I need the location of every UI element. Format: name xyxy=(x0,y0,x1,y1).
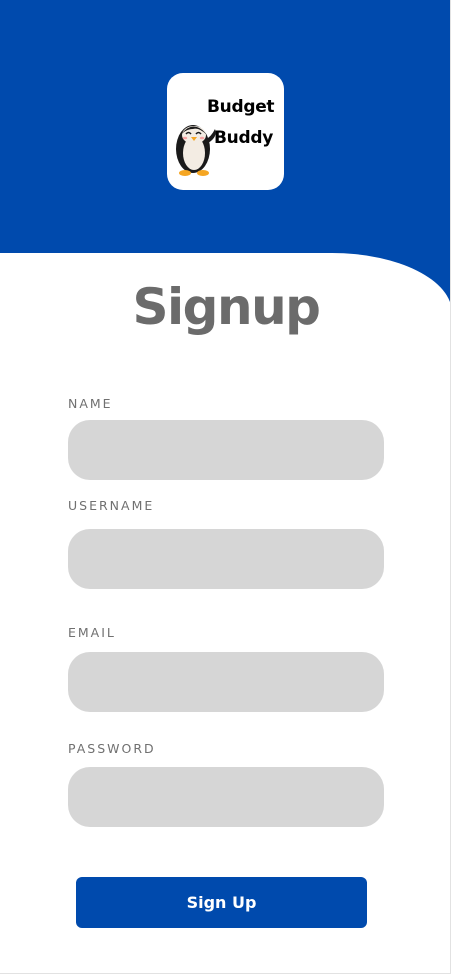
app-logo: Budget Buddy xyxy=(167,73,284,190)
username-field[interactable] xyxy=(68,529,384,589)
email-field[interactable] xyxy=(68,652,384,712)
password-field[interactable] xyxy=(68,767,384,827)
page-title: Signup xyxy=(132,278,321,336)
sign-up-button[interactable]: Sign Up xyxy=(76,877,367,928)
name-field[interactable] xyxy=(68,420,384,480)
form-sheet xyxy=(0,253,450,973)
logo-text-line1: Budget xyxy=(207,97,275,117)
password-label: PASSWORD xyxy=(68,741,156,756)
logo-text-line2: Buddy xyxy=(214,128,273,148)
name-label: NAME xyxy=(68,396,113,411)
username-label: USERNAME xyxy=(68,498,155,513)
penguin-icon xyxy=(176,125,216,176)
email-label: EMAIL xyxy=(68,625,116,640)
signup-screen: Budget Buddy Signup NAME USERNAME EMAIL … xyxy=(0,0,451,974)
